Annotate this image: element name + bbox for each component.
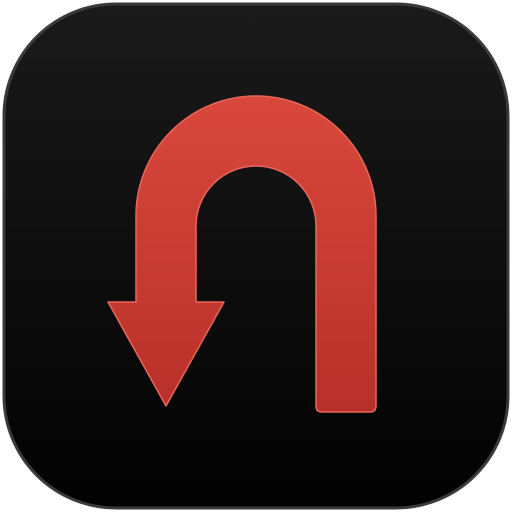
- icon-tile: [2, 2, 510, 510]
- u-turn-arrow-icon: [2, 2, 510, 510]
- app-icon-canvas: [0, 0, 512, 512]
